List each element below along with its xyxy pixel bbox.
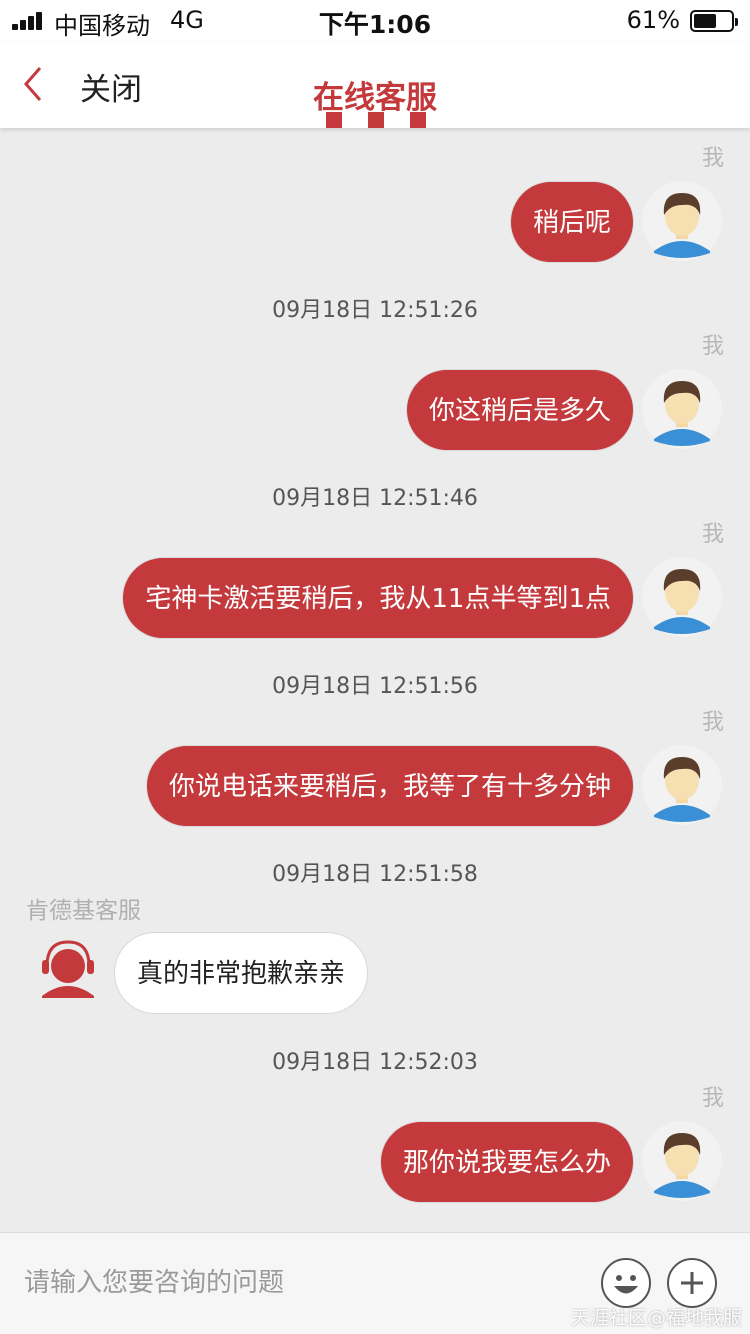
sender-label-me: 我 <box>701 710 724 735</box>
user-avatar <box>642 369 722 449</box>
plus-circle-icon[interactable] <box>666 1257 718 1309</box>
input-bar: 天涯社区@福地我服 <box>0 1232 750 1334</box>
user-avatar <box>642 557 722 637</box>
title-underline-decoration <box>326 112 426 128</box>
message-bubble-incoming: 真的非常抱歉亲亲 <box>114 932 369 1014</box>
status-bar: 中国移动 4G 下午1:06 61% <box>0 0 750 42</box>
chat-message-list[interactable]: 我 稍后呢 09月18日 12:51:26 我 你这稍后是多久 09月18日 1… <box>0 128 750 1232</box>
message-timestamp: 09月18日 12:51:58 <box>272 862 478 887</box>
message-timestamp: 09月18日 12:52:03 <box>272 1050 478 1075</box>
sender-label-me: 我 <box>701 1086 724 1111</box>
agent-name-label: 肯德基客服 <box>26 898 141 924</box>
watermark-text: 天涯社区@福地我服 <box>570 1307 742 1329</box>
message-bubble-outgoing: 稍后呢 <box>509 181 634 263</box>
message-timestamp: 09月18日 12:51:56 <box>272 674 478 699</box>
agent-avatar <box>28 932 108 1012</box>
user-avatar <box>642 181 722 261</box>
sender-label-me: 我 <box>701 146 724 171</box>
message-bubble-outgoing: 你这稍后是多久 <box>405 369 634 451</box>
sender-label-me: 我 <box>701 334 724 359</box>
emoji-smile-icon[interactable] <box>600 1257 652 1309</box>
message-input[interactable] <box>10 1247 580 1319</box>
message-bubble-outgoing: 宅神卡激活要稍后，我从11点半等到1点 <box>122 557 634 639</box>
battery-fill <box>694 14 716 28</box>
battery-percent: 61% <box>626 6 680 34</box>
nav-bar: 关闭 在线客服 <box>0 42 750 128</box>
user-avatar <box>642 745 722 825</box>
user-avatar <box>642 1121 722 1201</box>
message-timestamp: 09月18日 12:51:26 <box>272 298 478 323</box>
message-bubble-outgoing: 你说电话来要稍后，我等了有十多分钟 <box>145 745 634 827</box>
page-title: 在线客服 <box>313 80 437 116</box>
message-timestamp: 09月18日 12:51:46 <box>272 486 478 511</box>
message-bubble-outgoing: 那你说我要怎么办 <box>379 1121 634 1203</box>
sender-label-me: 我 <box>701 522 724 547</box>
battery-icon <box>690 10 738 32</box>
